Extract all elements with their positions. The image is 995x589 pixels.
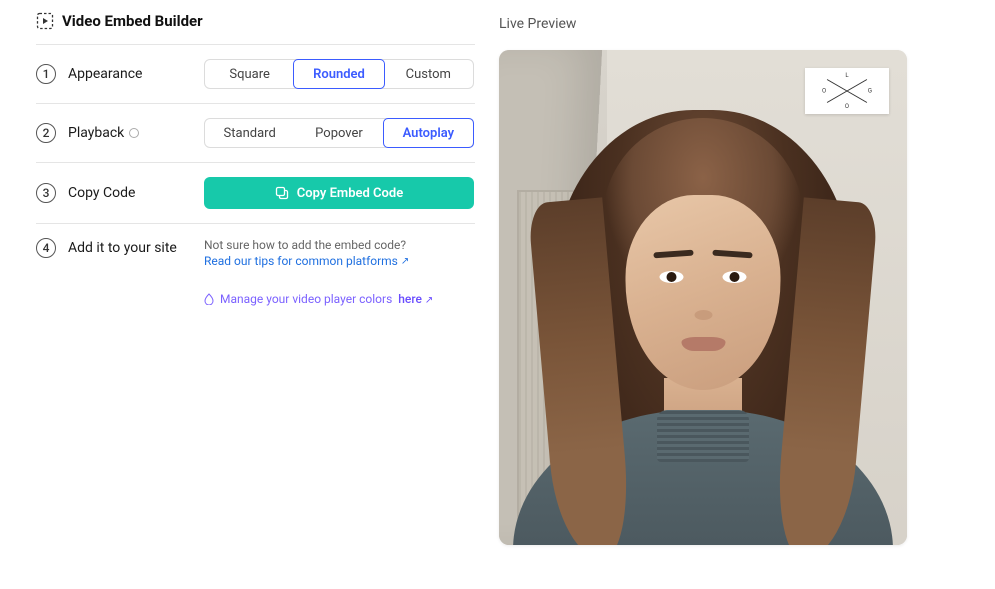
external-link-icon: ↗ [425,295,433,306]
step-appearance: 1 Appearance Square Rounded Custom [36,44,475,103]
playback-popover-button[interactable]: Popover [294,119,383,147]
logo-icon: L O G O [824,74,870,108]
step-label: Appearance [68,66,142,82]
copy-embed-button[interactable]: Copy Embed Code [204,177,474,209]
step-number: 3 [36,183,56,203]
playback-standard-button[interactable]: Standard [205,119,294,147]
appearance-rounded-button[interactable]: Rounded [293,59,384,89]
step-number: 2 [36,123,56,143]
builder-title: Video Embed Builder [62,12,203,30]
video-preview[interactable]: L O G O [499,50,907,545]
manage-colors-row: Manage your video player colors here ↗ [204,292,475,306]
step-label: Copy Code [68,185,135,201]
help-text: Not sure how to add the embed code? [204,238,475,252]
appearance-square-button[interactable]: Square [205,60,294,88]
builder-header: Video Embed Builder [36,12,475,44]
step-copy: 3 Copy Code Copy Embed Code [36,162,475,223]
manage-here-link[interactable]: here ↗ [398,292,433,306]
logo-badge: L O G O [805,68,889,114]
manage-text: Manage your video player colors [220,292,392,306]
step-number: 4 [36,238,56,258]
paint-icon [204,293,214,305]
appearance-segments: Square Rounded Custom [204,59,474,89]
preview-person [523,110,883,545]
step-label: Add it to your site [68,240,177,256]
appearance-custom-button[interactable]: Custom [384,60,473,88]
copy-icon [275,186,289,200]
embed-icon [36,12,54,30]
step-number: 1 [36,64,56,84]
step-add-site: 4 Add it to your site Not sure how to ad… [36,223,475,320]
info-icon[interactable] [129,128,139,138]
preview-panel: Live Preview [495,8,995,589]
step-label: Playback [68,125,139,141]
builder-panel: Video Embed Builder 1 Appearance Square … [0,8,495,589]
help-link[interactable]: Read our tips for common platforms ↗ [204,254,409,268]
step-playback: 2 Playback Standard Popover Autoplay [36,103,475,162]
playback-segments: Standard Popover Autoplay [204,118,474,148]
external-link-icon: ↗ [401,256,409,267]
playback-autoplay-button[interactable]: Autoplay [383,118,474,148]
preview-title: Live Preview [499,16,975,32]
